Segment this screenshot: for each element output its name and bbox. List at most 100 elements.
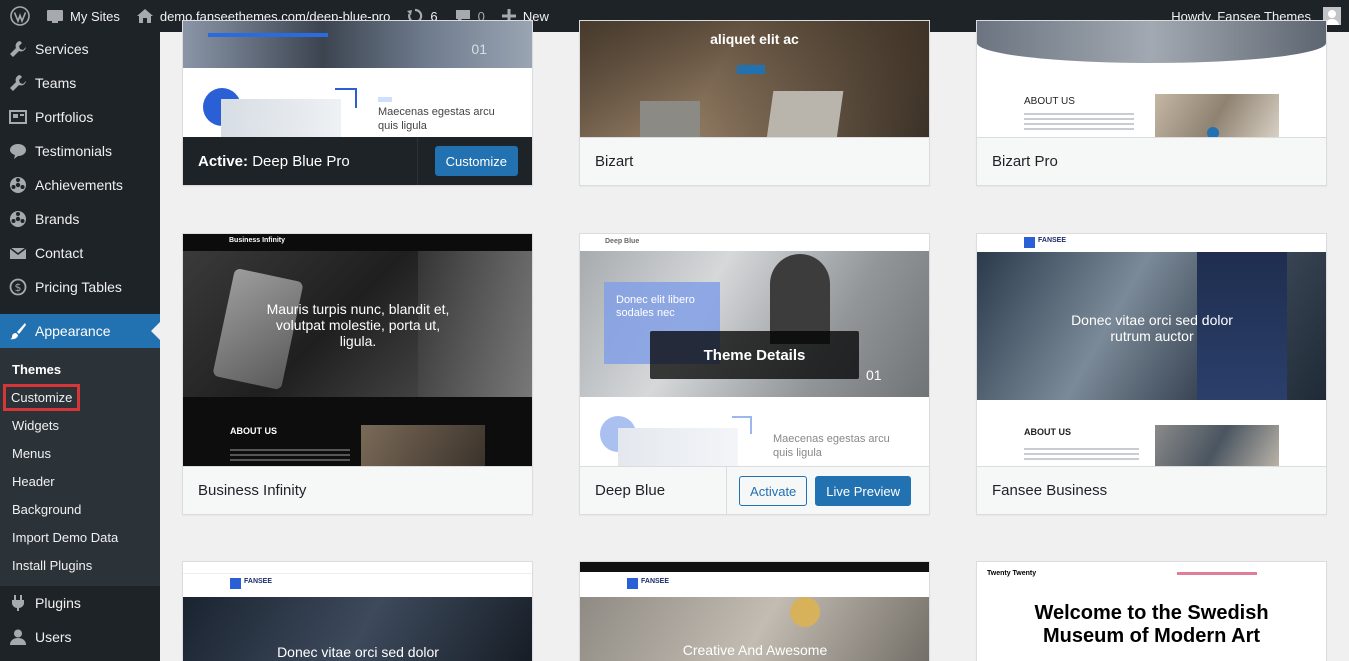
my-sites-menu[interactable]: My Sites xyxy=(38,0,128,32)
activate-button[interactable]: Activate xyxy=(739,476,808,506)
submenu-header[interactable]: Header xyxy=(0,467,160,495)
sidebar-item-pricing-tables[interactable]: $ Pricing Tables xyxy=(0,270,160,304)
submenu-install-plugins[interactable]: Install Plugins xyxy=(0,551,160,579)
sidebar-item-label: Appearance xyxy=(35,323,111,339)
live-preview-button[interactable]: Live Preview xyxy=(815,476,911,506)
sidebar-item-label: Users xyxy=(35,629,72,645)
sidebar-item-brands[interactable]: Brands xyxy=(0,202,160,236)
screenshot-brand: Twenty Twenty xyxy=(987,570,1037,577)
active-prefix: Active: xyxy=(198,152,249,170)
screenshot-logo: FANSEE xyxy=(641,578,670,585)
hero-text: Creative And Awesome xyxy=(682,642,828,658)
theme-name-bar: Bizart Pro xyxy=(977,137,1326,185)
sites-icon xyxy=(47,10,63,23)
wrench-icon xyxy=(10,41,26,57)
hero-text: Donec vitae orci sed dolor rutrum auctor xyxy=(1071,312,1233,344)
screenshot-logo: FANSEE xyxy=(1038,237,1067,244)
sidebar-item-users[interactable]: Users xyxy=(0,620,160,654)
hero-text: aliquet elit ac xyxy=(710,31,799,47)
theme-screenshot: Twenty Twenty Welcome to the Swedish Mus… xyxy=(977,562,1326,661)
theme-name: Deep Blue xyxy=(595,482,666,499)
admin-sidebar: Services Teams Portfolios Testimonials A… xyxy=(0,32,160,661)
user-icon xyxy=(10,629,26,645)
speech-bubble-icon xyxy=(10,144,26,159)
submenu-themes[interactable]: Themes xyxy=(0,355,160,383)
sidebar-item-teams[interactable]: Teams xyxy=(0,66,160,100)
theme-card-business-infinity[interactable]: Business Infinity Mauris turpis nunc, bl… xyxy=(182,233,533,515)
theme-screenshot: Deep Blue Donec elit libero sodales nec … xyxy=(580,234,929,466)
wordpress-icon xyxy=(10,6,30,26)
theme-screenshot: ABOUT US xyxy=(977,21,1326,139)
theme-card-deep-blue[interactable]: Deep Blue Donec elit libero sodales nec … xyxy=(579,233,930,515)
submenu-menus[interactable]: Menus xyxy=(0,439,160,467)
submenu-customize[interactable]: Customize xyxy=(0,383,160,411)
about-heading: ABOUT US xyxy=(230,426,277,436)
theme-screenshot: FANSEE Donec vitae orci sed dolor xyxy=(183,562,532,661)
sidebar-item-testimonials[interactable]: Testimonials xyxy=(0,134,160,168)
wrench-icon xyxy=(10,75,26,91)
submenu-background[interactable]: Background xyxy=(0,495,160,523)
theme-screenshot: aliquet elit ac xyxy=(580,21,929,139)
plug-icon xyxy=(12,595,24,611)
sidebar-item-label: Pricing Tables xyxy=(35,279,122,295)
theme-screenshot: FANSEE Donec vitae orci sed dolor rutrum… xyxy=(977,234,1326,466)
about-heading: ABOUT US xyxy=(1024,96,1075,107)
paintbrush-icon xyxy=(10,323,26,340)
sidebar-item-label: Services xyxy=(35,41,89,57)
sidebar-item-label: Contact xyxy=(35,245,84,261)
divider xyxy=(726,467,727,514)
theme-card-bizart[interactable]: aliquet elit ac Bizart xyxy=(579,20,930,186)
theme-name-bar: Bizart xyxy=(580,137,929,185)
sidebar-item-label: Portfolios xyxy=(35,109,94,125)
theme-card-fansee-business[interactable]: FANSEE Donec vitae orci sed dolor rutrum… xyxy=(976,233,1327,515)
theme-name: Deep Blue Pro xyxy=(252,152,350,170)
wordpress-logo-button[interactable] xyxy=(0,0,38,32)
sidebar-item-label: Teams xyxy=(35,75,77,91)
submenu-widgets[interactable]: Widgets xyxy=(0,411,160,439)
theme-screenshot: Business Infinity Mauris turpis nunc, bl… xyxy=(183,234,532,466)
screenshot-logo: FANSEE xyxy=(244,578,273,585)
screenshot-brand: Business Infinity xyxy=(229,237,286,244)
screenshot-box-text: Donec elit libero sodales nec xyxy=(616,294,695,319)
svg-text:$: $ xyxy=(15,281,22,294)
theme-card-twenty-twenty[interactable]: Twenty Twenty Welcome to the Swedish Mus… xyxy=(976,561,1327,661)
screenshot-text: Maecenas egestas arcu quis ligula xyxy=(773,433,890,459)
dollar-circle-icon: $ xyxy=(9,278,27,296)
star-circle-icon xyxy=(10,211,26,227)
customize-button[interactable]: Customize xyxy=(434,146,518,176)
hero-title: Welcome to the Swedish Museum of Modern … xyxy=(1034,602,1269,647)
theme-name: Fansee Business xyxy=(992,482,1108,499)
sidebar-item-services[interactable]: Services xyxy=(0,32,160,66)
my-sites-label: My Sites xyxy=(70,8,120,24)
theme-name: Bizart xyxy=(595,153,634,170)
theme-card-bizart-pro[interactable]: ABOUT US Bizart Pro xyxy=(976,20,1327,186)
sidebar-item-achievements[interactable]: Achievements xyxy=(0,168,160,202)
envelope-icon xyxy=(9,247,27,259)
hero-text: Donec vitae orci sed dolor xyxy=(277,644,439,660)
theme-details-button[interactable]: Theme Details xyxy=(650,331,859,379)
about-heading: ABOUT US xyxy=(1024,427,1071,437)
hero-text: Mauris turpis nunc, blandit et, volutpat… xyxy=(266,301,450,349)
home-icon xyxy=(136,9,153,23)
theme-card-fansee-variant[interactable]: FANSEE Donec vitae orci sed dolor xyxy=(182,561,533,661)
slide-number: 01 xyxy=(471,41,487,57)
theme-name-bar: Deep Blue Activate Live Preview xyxy=(580,466,929,514)
theme-name-bar: Business Infinity xyxy=(183,466,532,514)
sidebar-item-portfolios[interactable]: Portfolios xyxy=(0,100,160,134)
sidebar-item-label: Achievements xyxy=(35,177,123,193)
divider xyxy=(417,137,418,185)
sidebar-item-label: Brands xyxy=(35,211,80,227)
screenshot-text: Maecenas egestas arcu quis ligula xyxy=(378,106,495,132)
slide-number: 01 xyxy=(866,367,882,383)
submenu-import-demo-data[interactable]: Import Demo Data xyxy=(0,523,160,551)
sidebar-item-contact[interactable]: Contact xyxy=(0,236,160,270)
appearance-submenu: Themes Customize Widgets Menus Header Ba… xyxy=(0,348,160,586)
theme-card-fansee-creative[interactable]: FANSEE Creative And Awesome xyxy=(579,561,930,661)
theme-name-bar: Fansee Business xyxy=(977,466,1326,514)
sidebar-item-plugins[interactable]: Plugins xyxy=(0,586,160,620)
theme-name: Bizart Pro xyxy=(992,153,1058,170)
sidebar-item-appearance[interactable]: Appearance xyxy=(0,314,160,348)
portfolio-icon xyxy=(9,110,27,124)
theme-card-deep-blue-pro[interactable]: 01 Maecenas egestas arcu quis ligula Act… xyxy=(182,20,533,186)
theme-name: Business Infinity xyxy=(198,482,307,499)
